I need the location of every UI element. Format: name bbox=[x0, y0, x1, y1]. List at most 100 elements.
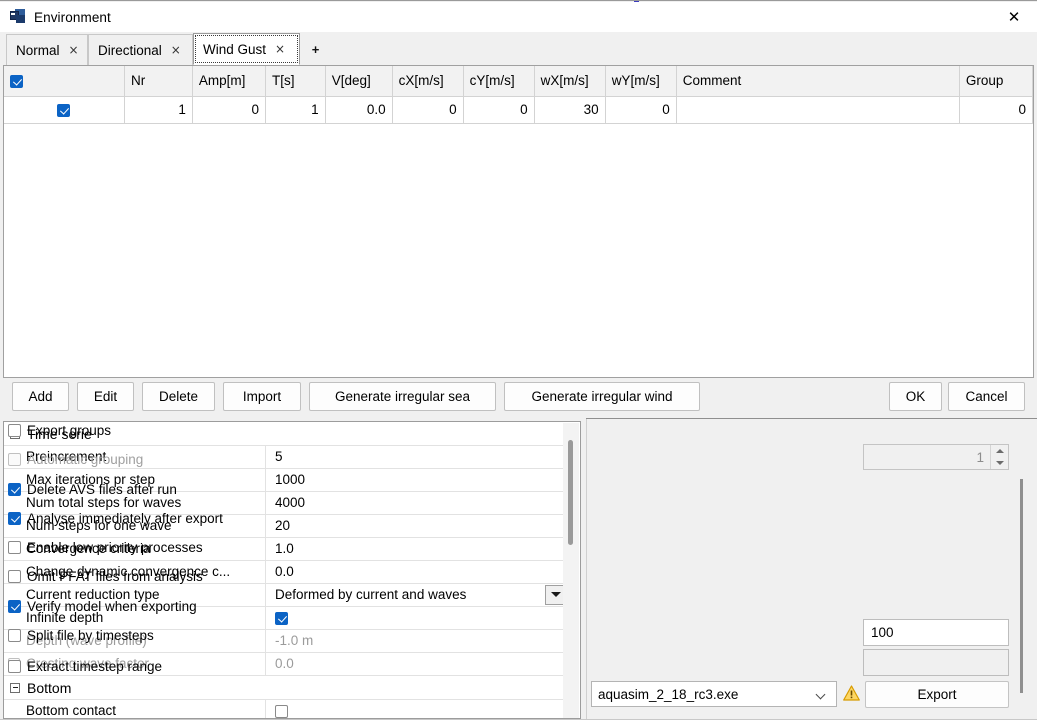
tab-directional[interactable]: Directional × bbox=[88, 34, 193, 65]
option-label: Omit PFAT files from analysis bbox=[27, 568, 203, 584]
import-button[interactable]: Import bbox=[223, 382, 301, 411]
tab-wind-gust-close-icon[interactable]: × bbox=[275, 42, 285, 56]
extract-range-input[interactable] bbox=[863, 649, 1009, 676]
cell-cy[interactable]: 0 bbox=[463, 96, 535, 124]
tab-normal-close-icon[interactable]: × bbox=[69, 43, 79, 57]
automatic-grouping-spinner: 1 bbox=[863, 444, 1009, 470]
option-split-file-by-timesteps[interactable]: Split file by timesteps bbox=[8, 625, 154, 645]
property-grid-scrollbar[interactable] bbox=[563, 423, 579, 718]
action-button-row: Add Edit Delete Import Generate irregula… bbox=[0, 382, 1037, 415]
delete-avs-files-checkbox[interactable] bbox=[8, 482, 21, 496]
close-icon[interactable]: ✕ bbox=[991, 2, 1037, 32]
generate-irregular-sea-button[interactable]: Generate irregular sea bbox=[309, 382, 496, 411]
infinite-depth-checkbox[interactable] bbox=[275, 611, 288, 625]
header-t[interactable]: T[s] bbox=[265, 66, 326, 97]
header-wy[interactable]: wY[m/s] bbox=[605, 66, 677, 97]
cell-group[interactable]: 0 bbox=[959, 96, 1034, 124]
extract-range-checkbox[interactable] bbox=[8, 659, 21, 673]
option-analyse-immediately[interactable]: Analyse immediately after export bbox=[8, 508, 223, 528]
property-value-combo[interactable]: Deformed by current and waves bbox=[266, 584, 566, 607]
chevron-down-icon[interactable] bbox=[817, 690, 826, 699]
bottom-contact-checkbox[interactable] bbox=[275, 704, 288, 718]
property-category-bottom[interactable]: Bottom bbox=[4, 676, 566, 700]
split-timesteps-input[interactable]: 100 bbox=[863, 619, 1009, 646]
tab-add-button[interactable]: + bbox=[302, 34, 329, 65]
spinner-up-icon bbox=[991, 445, 1008, 457]
select-all-checkbox[interactable] bbox=[10, 75, 23, 89]
row-select-cell[interactable] bbox=[4, 96, 125, 124]
delete-button[interactable]: Delete bbox=[142, 382, 215, 411]
header-nr[interactable]: Nr bbox=[124, 66, 193, 97]
omit-pfat-files-checkbox[interactable] bbox=[8, 569, 21, 583]
header-cx[interactable]: cX[m/s] bbox=[392, 66, 464, 97]
property-grid-scrollbar-thumb[interactable] bbox=[568, 440, 573, 545]
property-row-bottom-contact[interactable]: Bottom contact bbox=[4, 699, 566, 719]
spinner-down-icon bbox=[991, 457, 1008, 469]
add-button[interactable]: Add bbox=[12, 382, 69, 411]
property-value[interactable]: 5 bbox=[266, 446, 566, 469]
option-omit-pfat-files[interactable]: Omit PFAT files from analysis bbox=[8, 566, 203, 586]
property-value[interactable]: 4000 bbox=[266, 492, 566, 515]
option-enable-low-priority[interactable]: Enable low priority processes bbox=[8, 537, 203, 557]
environment-window: Environment ✕ Normal × Directional × Win… bbox=[0, 0, 1037, 720]
cell-nr[interactable]: 1 bbox=[124, 96, 193, 124]
header-wx[interactable]: wX[m/s] bbox=[534, 66, 606, 97]
property-value[interactable]: 1.0 bbox=[266, 538, 566, 561]
option-automatic-grouping: Automatic grouping bbox=[8, 449, 143, 469]
tab-directional-label: Directional bbox=[98, 42, 162, 58]
header-v[interactable]: V[deg] bbox=[325, 66, 393, 97]
ok-button[interactable]: OK bbox=[889, 382, 942, 411]
option-label: Split file by timesteps bbox=[27, 627, 154, 643]
property-value[interactable]: 0.0 bbox=[266, 561, 566, 584]
property-value[interactable]: 20 bbox=[266, 515, 566, 538]
export-panel-divider bbox=[586, 418, 1037, 419]
property-value-checkbox[interactable] bbox=[266, 607, 566, 630]
environment-table: Nr Amp[m] T[s] V[deg] cX[m/s] cY[m/s] wX… bbox=[3, 65, 1034, 378]
cancel-button[interactable]: Cancel bbox=[948, 382, 1025, 411]
option-verify-model[interactable]: Verify model when exporting bbox=[8, 596, 197, 616]
edit-button[interactable]: Edit bbox=[77, 382, 134, 411]
cell-amp[interactable]: 0 bbox=[192, 96, 266, 124]
cell-t[interactable]: 1 bbox=[265, 96, 326, 124]
tab-strip: Normal × Directional × Wind Gust × + bbox=[0, 32, 1037, 65]
export-groups-checkbox[interactable] bbox=[8, 423, 21, 437]
analyse-immediately-checkbox[interactable] bbox=[8, 511, 21, 525]
export-panel-scrollbar-thumb[interactable] bbox=[1020, 479, 1023, 693]
property-category-bottom-label: Bottom bbox=[27, 679, 72, 696]
header-group[interactable]: Group bbox=[959, 66, 1034, 97]
spinner-value: 1 bbox=[976, 449, 984, 465]
tab-normal[interactable]: Normal × bbox=[6, 34, 88, 65]
option-export-groups[interactable]: Export groups bbox=[8, 420, 111, 440]
row-select-checkbox[interactable] bbox=[57, 103, 71, 117]
header-amp[interactable]: Amp[m] bbox=[192, 66, 266, 97]
tab-directional-close-icon[interactable]: × bbox=[171, 43, 181, 57]
header-select-all-cell[interactable] bbox=[4, 66, 125, 97]
app-icon bbox=[10, 9, 26, 25]
header-cy[interactable]: cY[m/s] bbox=[463, 66, 535, 97]
export-button[interactable]: Export bbox=[865, 681, 1009, 708]
executable-value: aquasim_2_18_rc3.exe bbox=[598, 686, 739, 702]
tab-wind-gust[interactable]: Wind Gust × bbox=[193, 33, 300, 65]
cell-cx[interactable]: 0 bbox=[392, 96, 464, 124]
generate-irregular-wind-button[interactable]: Generate irregular wind bbox=[504, 382, 700, 411]
header-comment[interactable]: Comment bbox=[676, 66, 960, 97]
cell-v[interactable]: 0.0 bbox=[325, 96, 393, 124]
option-extract-timestep-range[interactable]: Extract timestep range bbox=[8, 656, 162, 676]
split-file-checkbox[interactable] bbox=[8, 628, 21, 642]
property-value-checkbox[interactable] bbox=[266, 700, 566, 719]
tab-wind-gust-label: Wind Gust bbox=[203, 41, 267, 57]
cell-comment[interactable] bbox=[676, 96, 960, 124]
option-label: Enable low priority processes bbox=[27, 539, 203, 555]
option-label: Delete AVS files after run bbox=[27, 481, 177, 497]
property-value[interactable]: 1000 bbox=[266, 469, 566, 492]
verify-model-checkbox[interactable] bbox=[8, 599, 21, 613]
cell-wy[interactable]: 0 bbox=[605, 96, 677, 124]
table-row[interactable]: 1 0 1 0.0 0 0 30 0 0 bbox=[4, 96, 1034, 124]
enable-low-priority-checkbox[interactable] bbox=[8, 540, 21, 554]
option-delete-avs-files[interactable]: Delete AVS files after run bbox=[8, 479, 177, 499]
collapse-icon[interactable] bbox=[10, 682, 20, 693]
window-title: Environment bbox=[34, 9, 111, 25]
executable-select[interactable]: aquasim_2_18_rc3.exe bbox=[591, 681, 837, 707]
cell-wx[interactable]: 30 bbox=[534, 96, 606, 124]
property-label: Bottom contact bbox=[4, 699, 266, 718]
